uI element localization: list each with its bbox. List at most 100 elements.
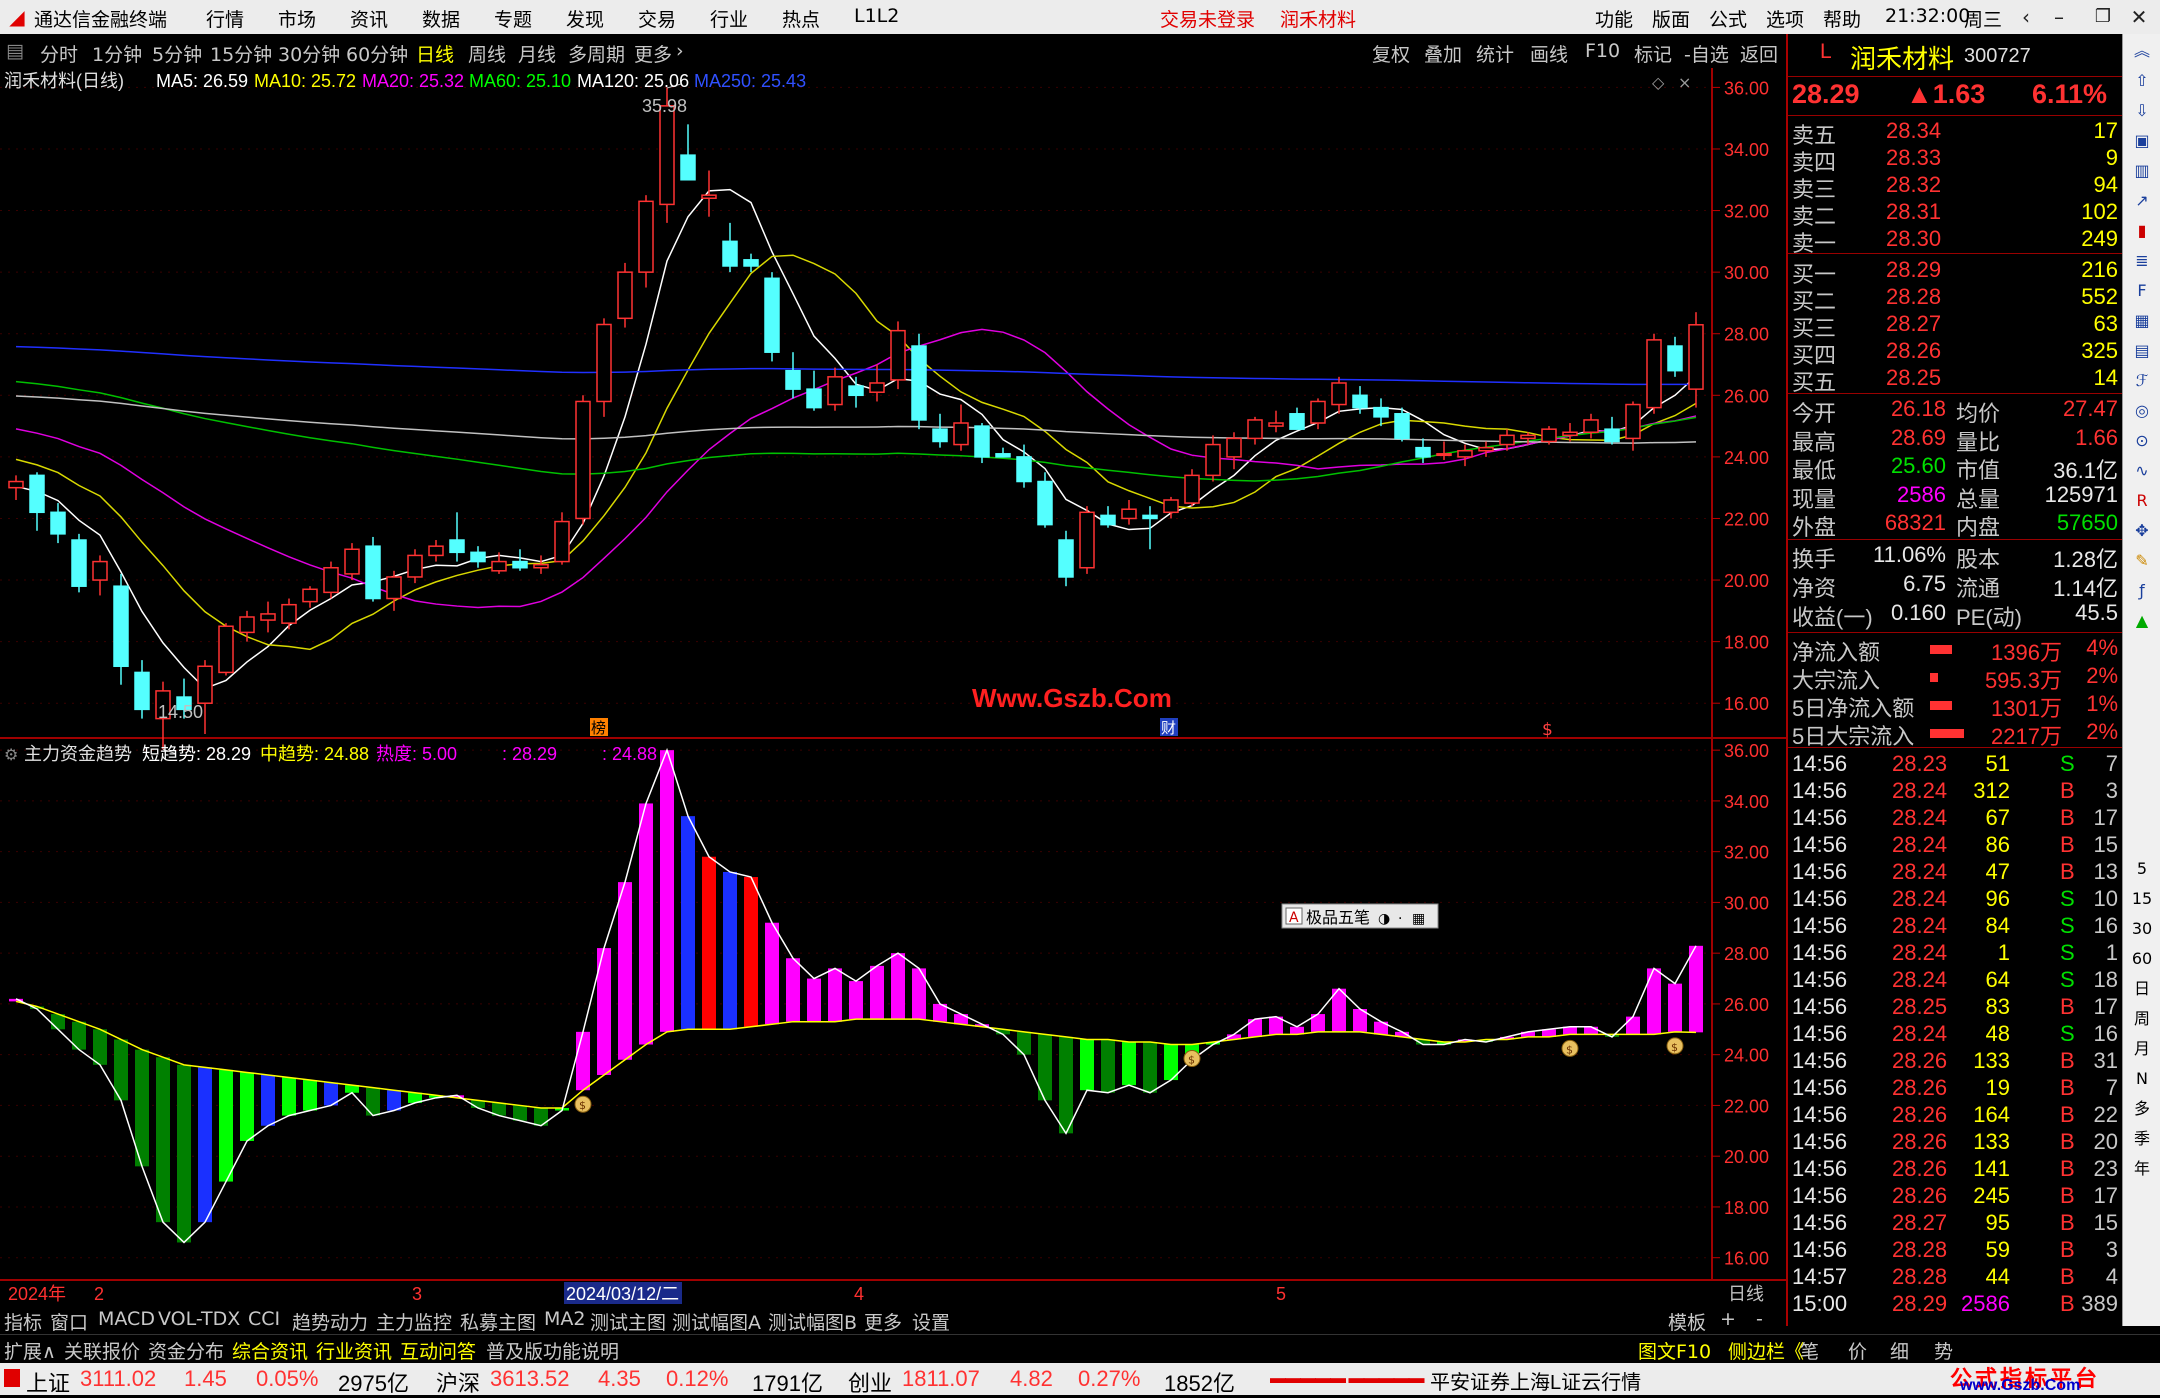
candle-icon[interactable]: ▮ bbox=[2128, 218, 2156, 244]
candle[interactable] bbox=[680, 124, 696, 181]
menu-layout[interactable]: 版面 bbox=[1652, 5, 1690, 32]
candle[interactable] bbox=[260, 601, 276, 633]
candle[interactable] bbox=[1142, 506, 1158, 550]
candle[interactable] bbox=[344, 543, 360, 581]
panel-tab-1[interactable]: 侧边栏《 bbox=[1728, 1337, 1804, 1364]
menu-news[interactable]: 资讯 bbox=[350, 5, 388, 32]
fin-icon[interactable]: F bbox=[2128, 278, 2156, 304]
extension-tab-4[interactable]: 行业资讯 bbox=[316, 1337, 392, 1364]
collapse-icon[interactable]: ▤ bbox=[6, 40, 24, 62]
candle[interactable] bbox=[1184, 469, 1200, 507]
menu-hot[interactable]: 热点 bbox=[782, 5, 820, 32]
chart-icon[interactable]: ▲ bbox=[2128, 608, 2156, 634]
tool-rights-adjust[interactable]: 复权 bbox=[1372, 40, 1410, 67]
candle[interactable] bbox=[1205, 435, 1221, 482]
grid-icon[interactable]: ▦ bbox=[2128, 308, 2156, 334]
extension-tab-6[interactable]: 普及版功能说明 bbox=[486, 1337, 619, 1364]
candle[interactable] bbox=[8, 475, 24, 500]
candle[interactable] bbox=[197, 660, 213, 734]
candle[interactable] bbox=[575, 395, 591, 525]
candle[interactable] bbox=[827, 367, 843, 411]
menu-function[interactable]: 功能 bbox=[1595, 5, 1633, 32]
template-control-2[interactable]: - bbox=[1756, 1308, 1763, 1330]
candle[interactable] bbox=[71, 533, 87, 593]
indicator-tab-11[interactable]: 测试幅图B bbox=[768, 1308, 857, 1335]
period-shortcut-7[interactable]: N bbox=[2128, 1066, 2156, 1092]
tool-overlay[interactable]: 叠加 bbox=[1424, 40, 1462, 67]
tool-back[interactable]: 返回 bbox=[1740, 40, 1778, 67]
candle[interactable] bbox=[1058, 530, 1074, 587]
candle[interactable] bbox=[239, 610, 255, 642]
extension-tab-0[interactable]: 扩展∧ bbox=[4, 1337, 56, 1364]
pen-icon[interactable]: ✎ bbox=[2128, 548, 2156, 574]
indicator-tab-8[interactable]: MA2 bbox=[544, 1308, 585, 1330]
candle[interactable] bbox=[554, 512, 570, 565]
candle[interactable] bbox=[365, 536, 381, 602]
diamond-icon[interactable]: ◇ bbox=[1652, 73, 1665, 92]
candle[interactable] bbox=[470, 546, 486, 568]
menu-help[interactable]: 帮助 bbox=[1823, 5, 1861, 32]
candle[interactable] bbox=[533, 555, 549, 574]
candle[interactable] bbox=[512, 549, 528, 571]
index-hs-name[interactable]: 沪深 bbox=[436, 1366, 480, 1398]
candle[interactable] bbox=[323, 561, 339, 599]
panel-tab-5[interactable]: 势 bbox=[1934, 1337, 1953, 1364]
tool-remove-watch[interactable]: -自选 bbox=[1684, 40, 1729, 67]
restore-icon[interactable]: ❐ bbox=[2090, 4, 2116, 30]
chart-area[interactable]: 36.00 34.00 32.00 30.00 28.00 26.00 24.00 22.00… bbox=[0, 68, 1786, 1306]
search-icon[interactable]: ◎ bbox=[2128, 398, 2156, 424]
candle[interactable] bbox=[50, 503, 66, 544]
candle[interactable] bbox=[932, 413, 948, 448]
candle[interactable] bbox=[1226, 432, 1242, 470]
bar-chart-icon[interactable]: ▥ bbox=[2128, 158, 2156, 184]
candle[interactable] bbox=[1583, 413, 1599, 439]
candle[interactable] bbox=[29, 472, 45, 531]
candle[interactable] bbox=[1289, 407, 1305, 430]
indicator-tab-2[interactable]: MACD bbox=[98, 1308, 155, 1330]
candle[interactable] bbox=[1646, 333, 1662, 414]
menu-industry[interactable]: 行业 bbox=[710, 5, 748, 32]
candle[interactable] bbox=[1163, 496, 1179, 519]
close-icon[interactable]: ✕ bbox=[2126, 4, 2152, 30]
menu-topic[interactable]: 专题 bbox=[494, 5, 532, 32]
fs-icon[interactable]: ƒ bbox=[2128, 578, 2156, 604]
rsi-icon[interactable]: R bbox=[2128, 488, 2156, 514]
indicator-tab-4[interactable]: CCI bbox=[248, 1308, 280, 1330]
menu-options[interactable]: 选项 bbox=[1766, 5, 1804, 32]
period-shortcut-9[interactable]: 季 bbox=[2128, 1126, 2156, 1152]
candle[interactable] bbox=[1373, 398, 1389, 427]
index-cy-name[interactable]: 创业 bbox=[848, 1366, 892, 1398]
candle[interactable] bbox=[407, 549, 423, 584]
menu-l1l2[interactable]: L1L2 bbox=[854, 5, 899, 27]
extension-tab-1[interactable]: 关联报价 bbox=[64, 1337, 140, 1364]
candle[interactable] bbox=[806, 370, 822, 411]
period-shortcut-2[interactable]: 30 bbox=[2128, 916, 2156, 942]
extension-tab-2[interactable]: 资金分布 bbox=[148, 1337, 224, 1364]
candle[interactable] bbox=[953, 404, 969, 451]
candle[interactable] bbox=[890, 321, 906, 390]
template-control-0[interactable]: 模板 bbox=[1668, 1308, 1706, 1335]
candle[interactable] bbox=[218, 623, 234, 676]
tool-draw[interactable]: 画线 bbox=[1530, 40, 1568, 67]
indicator-tab-7[interactable]: 私募主图 bbox=[460, 1308, 536, 1335]
template-control-1[interactable]: + bbox=[1720, 1308, 1736, 1330]
tab-weekly[interactable]: 周线 bbox=[468, 40, 506, 67]
extension-tab-5[interactable]: 互动问答 bbox=[400, 1337, 476, 1364]
indicator-tab-1[interactable]: 窗口 bbox=[50, 1308, 88, 1335]
candle[interactable] bbox=[92, 555, 108, 596]
table-icon[interactable]: ▤ bbox=[2128, 338, 2156, 364]
close-small-icon[interactable]: × bbox=[1678, 73, 1691, 92]
candle[interactable] bbox=[1016, 444, 1032, 488]
index-sh-name[interactable]: 上证 bbox=[26, 1366, 70, 1398]
period-shortcut-1[interactable]: 15 bbox=[2128, 886, 2156, 912]
menu-exchange[interactable]: 市场 bbox=[278, 5, 316, 32]
settings-icon[interactable]: ⊙ bbox=[2128, 428, 2156, 454]
candle[interactable] bbox=[113, 573, 129, 685]
candle[interactable] bbox=[722, 222, 738, 273]
candle[interactable] bbox=[764, 272, 780, 362]
chevron-right-icon[interactable]: › bbox=[676, 40, 684, 62]
period-shortcut-4[interactable]: 日 bbox=[2128, 976, 2156, 1002]
back-arrow-icon[interactable]: ‹ bbox=[2013, 4, 2039, 30]
tool-stats[interactable]: 统计 bbox=[1476, 40, 1514, 67]
panel-tab-4[interactable]: 细 bbox=[1890, 1337, 1909, 1364]
